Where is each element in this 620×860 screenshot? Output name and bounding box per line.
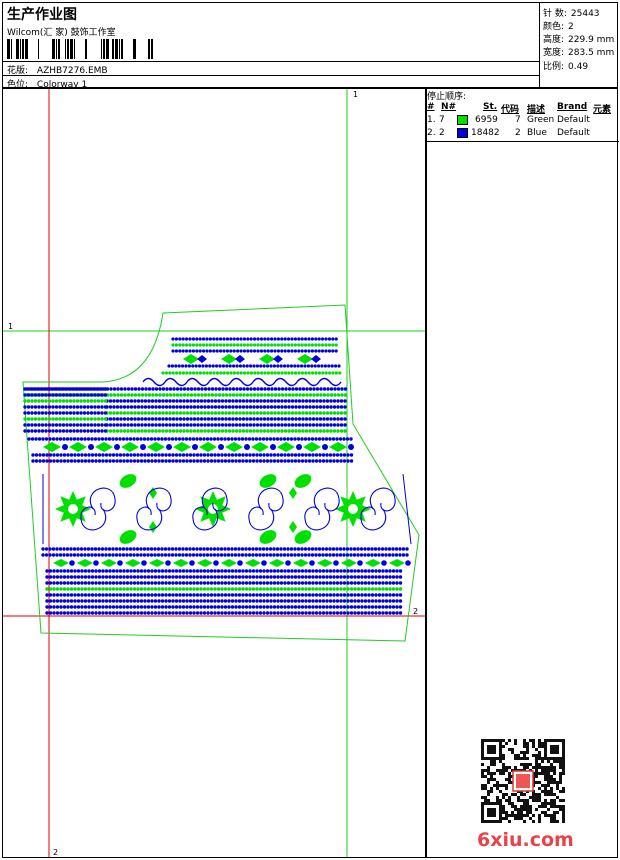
table-header: # N# St. 代码 描述 Brand 元素 bbox=[427, 102, 612, 115]
guide-marker-bottom: 2 bbox=[53, 848, 58, 857]
table-row[interactable]: 2. 2 18482 2 Blue Default bbox=[427, 127, 617, 140]
info-colors: 颜色: 2 bbox=[543, 22, 574, 32]
embroidery-pattern bbox=[23, 337, 412, 615]
table-row[interactable]: 1. 7 6959 7 Green Default bbox=[427, 114, 617, 127]
stop-sequence-table: # N# St. 代码 描述 Brand 元素 1. 7 6959 7 Gree… bbox=[427, 101, 617, 140]
info-scale: 比例: 0.49 bbox=[543, 62, 589, 72]
barcode-image bbox=[7, 39, 153, 59]
table-divider bbox=[427, 141, 619, 142]
guide-marker-left: 1 bbox=[8, 322, 13, 331]
company-name: Wilcom(汇 家) 鼓饰工作室 bbox=[7, 28, 116, 38]
page-title: 生产作业图 bbox=[7, 7, 77, 23]
info-stitches: 针 数: 25443 bbox=[543, 9, 600, 19]
header-panel: 生产作业图 Wilcom(汇 家) 鼓饰工作室 花版: AZHB7276.EMB… bbox=[2, 2, 619, 90]
qr-code-image bbox=[481, 739, 565, 823]
header-divider bbox=[3, 61, 539, 62]
info-height: 高度: 229.9 mm bbox=[543, 35, 615, 45]
color-swatch bbox=[457, 115, 468, 125]
embroidery-canvas[interactable]: 1 1 2 2 bbox=[2, 88, 426, 858]
color-swatch bbox=[457, 128, 468, 138]
stop-sequence-panel: 停止顺序: # N# St. 代码 描述 Brand 元素 1. 7 6959 … bbox=[426, 88, 619, 858]
embroidery-design-preview: 1 1 2 2 bbox=[3, 89, 425, 857]
guide-marker-top: 1 bbox=[353, 90, 358, 99]
header-divider bbox=[3, 75, 539, 76]
info-width: 宽度: 283.5 mm bbox=[543, 48, 615, 58]
watermark-text: 6xiu.com bbox=[477, 829, 574, 851]
guide-marker-right: 2 bbox=[413, 607, 418, 616]
design-info-panel: 针 数: 25443 颜色: 2 高度: 229.9 mm 宽度: 283.5 mm 比… bbox=[539, 3, 619, 89]
